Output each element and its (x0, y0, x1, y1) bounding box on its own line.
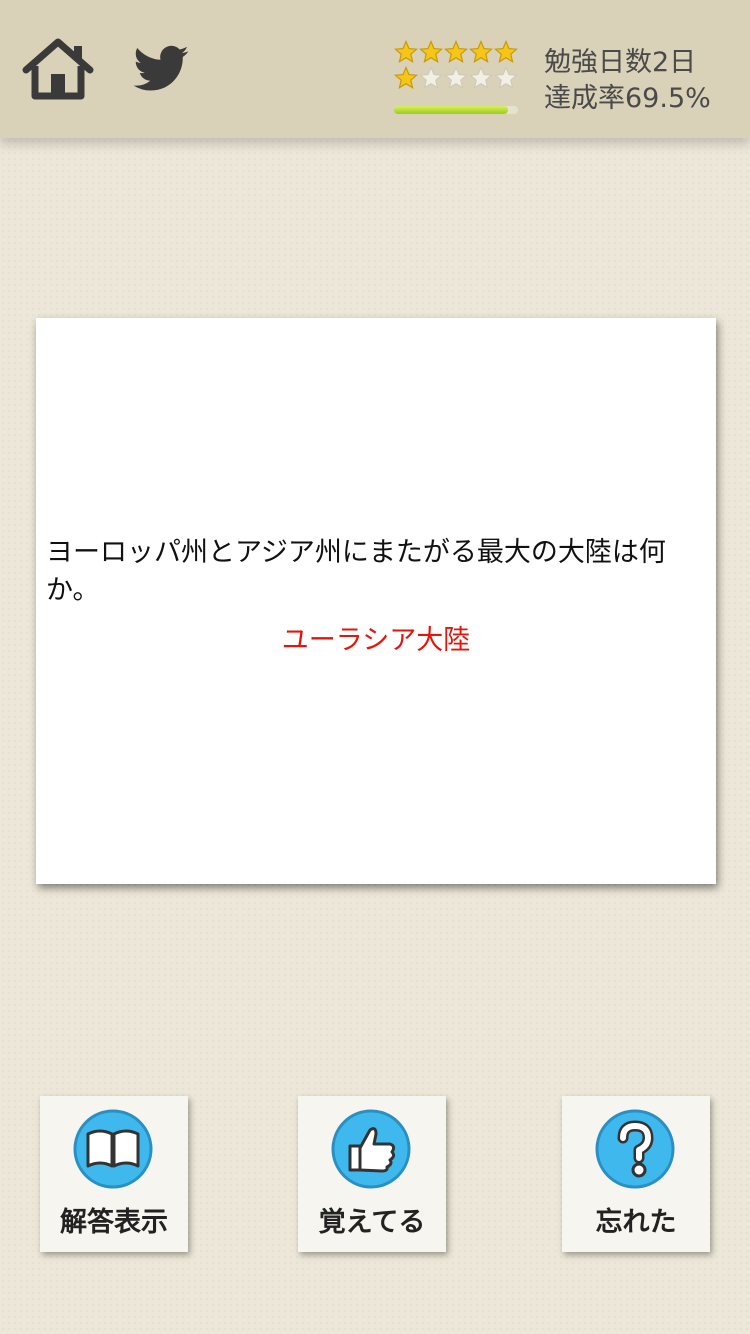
show-answer-label: 解答表示 (60, 1207, 168, 1238)
star-filled-icon (394, 66, 418, 89)
star-empty-icon (419, 66, 443, 89)
question-icon (595, 1109, 675, 1189)
forgot-label: 忘れた (595, 1207, 677, 1238)
remembered-button[interactable]: 覚えてる (298, 1096, 446, 1252)
star-filled-icon (494, 40, 518, 63)
star-filled-icon (469, 40, 493, 63)
study-days-text: 勉強日数2日 (544, 47, 697, 78)
remembered-label: 覚えてる (318, 1207, 426, 1238)
home-button[interactable] (22, 38, 94, 100)
question-text: ヨーロッパ州とアジア州にまたがる最大の大陸は何か。 (46, 537, 666, 606)
star-row-2 (394, 66, 520, 92)
home-icon (22, 38, 94, 100)
book-icon (73, 1109, 153, 1189)
star-empty-icon (494, 66, 518, 89)
progress-bar (394, 106, 518, 114)
progress-bar-fill (394, 106, 509, 114)
top-bar: 勉強日数2日 達成率69.5% (0, 0, 750, 138)
star-row-1 (394, 40, 520, 66)
show-answer-button[interactable]: 解答表示 (40, 1096, 188, 1252)
twitter-button[interactable] (128, 40, 200, 102)
star-filled-icon (444, 40, 468, 63)
star-empty-icon (444, 66, 468, 89)
achievement-rate-text: 達成率69.5% (544, 83, 711, 114)
answer-text: ユーラシア大陸 (281, 625, 471, 656)
flash-card: ヨーロッパ州とアジア州にまたがる最大の大陸は何か。 ユーラシア大陸 (36, 318, 716, 884)
thumbs-up-icon (331, 1109, 411, 1189)
star-empty-icon (469, 66, 493, 89)
forgot-button[interactable]: 忘れた (562, 1096, 710, 1252)
twitter-icon (133, 45, 189, 91)
star-filled-icon (394, 40, 418, 63)
rating-stars (394, 40, 520, 92)
star-filled-icon (419, 40, 443, 63)
